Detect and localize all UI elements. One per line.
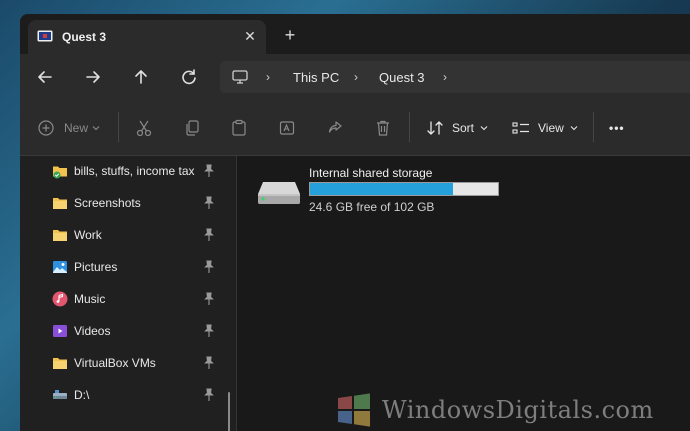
breadcrumb-chevron[interactable]: ›	[443, 70, 447, 84]
plus-circle-icon	[38, 120, 54, 136]
this-pc-icon[interactable]	[232, 69, 248, 85]
close-tab-button[interactable]: ✕	[240, 26, 260, 46]
sidebar-item-label: Music	[74, 292, 106, 306]
cut-icon[interactable]	[136, 118, 152, 138]
view-button[interactable]: View	[512, 118, 578, 138]
pin-icon[interactable]	[203, 164, 215, 178]
delete-icon[interactable]	[375, 118, 391, 138]
breadcrumb-chevron[interactable]: ›	[266, 70, 270, 84]
drive-name: Internal shared storage	[309, 166, 433, 180]
pin-icon[interactable]	[203, 388, 215, 402]
new-label: New	[64, 121, 89, 135]
toolbar-divider	[593, 112, 594, 142]
pin-icon[interactable]	[203, 356, 215, 370]
sidebar-item-d-drive[interactable]: D:\	[20, 381, 236, 409]
toolbar-divider	[409, 112, 410, 142]
address-bar[interactable]: › This PC › Quest 3 ›	[220, 61, 690, 93]
sidebar-scrollbar[interactable]	[228, 392, 230, 431]
storage-usage-bar	[309, 182, 499, 196]
chevron-down-icon	[92, 126, 100, 131]
new-tab-button[interactable]: +	[278, 24, 302, 48]
watermark-text: WindowsDigitals.com	[382, 396, 654, 424]
hard-drive-icon	[258, 182, 300, 204]
forward-icon[interactable]	[80, 64, 106, 90]
pin-icon[interactable]	[203, 324, 215, 338]
pin-icon[interactable]	[203, 228, 215, 242]
sidebar-item-virtualbox-vms[interactable]: VirtualBox VMs	[20, 349, 236, 377]
windows-logo-icon	[338, 393, 370, 427]
drive-free-space: 24.6 GB free of 102 GB	[309, 200, 435, 214]
sidebar-item-screenshots[interactable]: Screenshots	[20, 189, 236, 217]
paste-icon[interactable]	[231, 118, 247, 138]
sort-label: Sort	[452, 121, 475, 135]
tab-bar: Quest 3 ✕ +	[20, 14, 690, 54]
sidebar-item-label: VirtualBox VMs	[74, 356, 156, 370]
folder-icon	[53, 230, 67, 241]
sidebar-item-label: Work	[74, 228, 102, 242]
folder-sync-icon	[53, 166, 67, 179]
pin-icon[interactable]	[203, 260, 215, 274]
chevron-down-icon	[480, 126, 488, 131]
folder-icon	[53, 198, 67, 209]
folder-icon	[53, 358, 67, 369]
chevron-down-icon	[570, 126, 578, 131]
file-explorer-window: Quest 3 ✕ + › This PC › Quest 3 › New So…	[20, 14, 690, 431]
sidebar-item-label: Pictures	[74, 260, 118, 274]
sidebar-item-label: Videos	[74, 324, 111, 338]
breadcrumb-chevron[interactable]: ›	[354, 70, 358, 84]
device-icon	[37, 30, 53, 42]
content-area: Internal shared storage 24.6 GB free of …	[237, 156, 690, 431]
videos-icon	[53, 325, 67, 337]
navigation-pane: bills, stuffs, income tax Screenshots Wo…	[20, 156, 237, 431]
pin-icon[interactable]	[203, 292, 215, 306]
sidebar-item-label: D:\	[74, 388, 90, 402]
view-label: View	[538, 121, 564, 135]
storage-usage-fill	[310, 183, 453, 195]
music-icon	[52, 291, 68, 307]
sidebar-item-bills[interactable]: bills, stuffs, income tax	[20, 157, 236, 185]
navigation-bar: › This PC › Quest 3 ›	[20, 54, 690, 100]
drive-tile-internal-storage[interactable]: Internal shared storage 24.6 GB free of …	[257, 164, 507, 224]
share-icon[interactable]	[327, 118, 343, 138]
sidebar-item-pictures[interactable]: Pictures	[20, 253, 236, 281]
new-button[interactable]: New	[38, 118, 100, 138]
drive-icon	[53, 390, 67, 399]
tab-title: Quest 3	[62, 30, 107, 44]
rename-icon[interactable]	[279, 118, 295, 138]
view-icon	[512, 122, 529, 134]
pin-icon[interactable]	[203, 196, 215, 210]
watermark: WindowsDigitals.com	[336, 392, 690, 428]
pictures-icon	[53, 261, 67, 273]
toolbar-divider	[118, 112, 119, 142]
refresh-icon[interactable]	[176, 64, 202, 90]
breadcrumb-quest-3[interactable]: Quest 3	[379, 70, 425, 85]
sort-button[interactable]: Sort	[426, 118, 488, 138]
sort-icon	[427, 121, 443, 135]
sidebar-item-videos[interactable]: Videos	[20, 317, 236, 345]
sidebar-item-label: bills, stuffs, income tax	[74, 164, 195, 178]
sidebar-item-music[interactable]: Music	[20, 285, 236, 313]
copy-icon[interactable]	[184, 118, 200, 138]
tab-quest-3[interactable]: Quest 3 ✕	[28, 20, 266, 54]
command-bar: New Sort View •••	[20, 100, 690, 156]
more-options-button[interactable]: •••	[609, 118, 625, 138]
breadcrumb-this-pc[interactable]: This PC	[293, 70, 339, 85]
back-icon[interactable]	[32, 64, 58, 90]
sidebar-item-work[interactable]: Work	[20, 221, 236, 249]
up-icon[interactable]	[128, 64, 154, 90]
sidebar-item-label: Screenshots	[74, 196, 141, 210]
